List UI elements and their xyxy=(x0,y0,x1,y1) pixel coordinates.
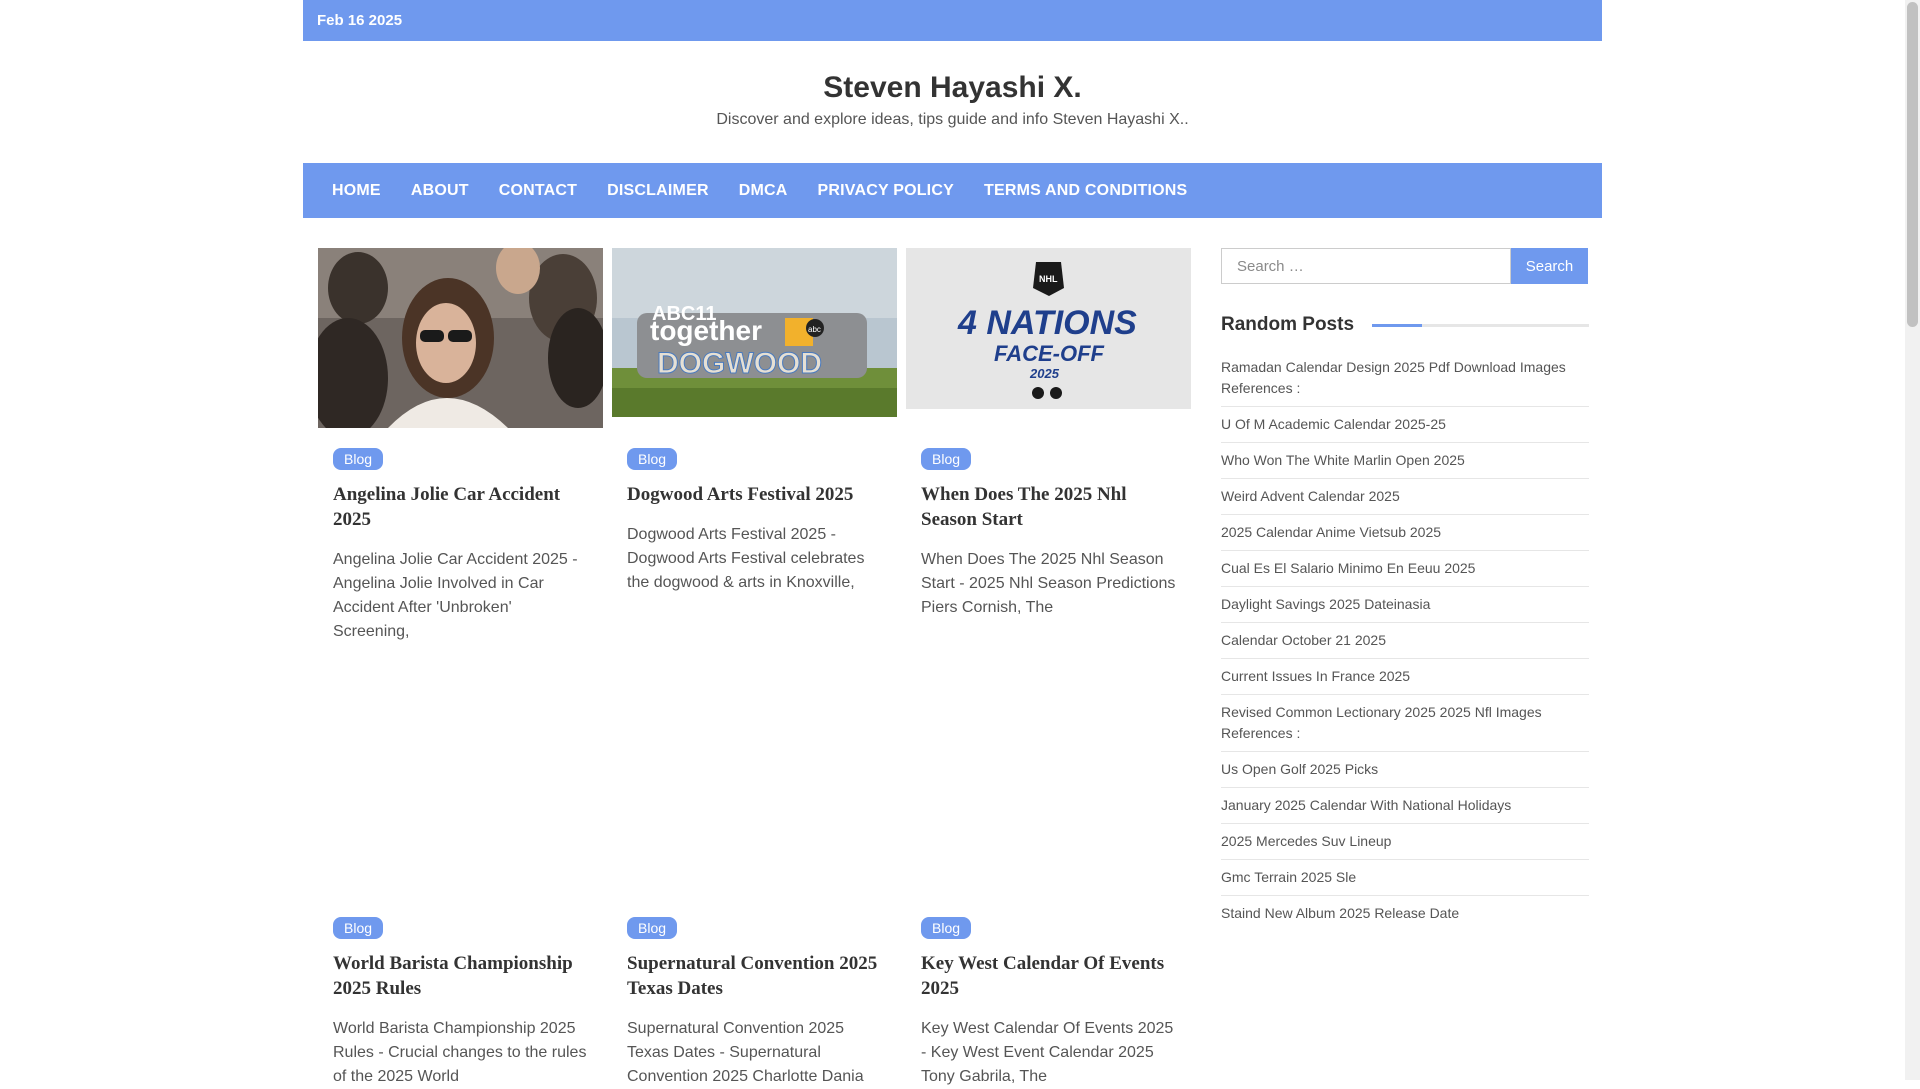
post-title[interactable]: When Does The 2025 Nhl Season Start xyxy=(921,482,1179,532)
category-badge[interactable]: Blog xyxy=(333,917,384,939)
random-post-link[interactable]: U Of M Academic Calendar 2025-25 xyxy=(1221,416,1446,432)
page: Feb 16 2025 Steven Hayashi X. Discover a… xyxy=(303,0,1602,1085)
post-title[interactable]: Supernatural Convention 2025 Texas Dates xyxy=(627,951,885,1001)
list-item: January 2025 Calendar With National Holi… xyxy=(1221,788,1589,824)
category-badge[interactable]: Blog xyxy=(627,917,678,939)
post-title[interactable]: Dogwood Arts Festival 2025 xyxy=(627,482,885,507)
image-text-dogwood: DOGWOOD xyxy=(657,347,822,380)
title-underline xyxy=(1372,323,1589,327)
list-item: 2025 Calendar Anime Vietsub 2025 xyxy=(1221,515,1589,551)
post-title[interactable]: Key West Calendar Of Events 2025 xyxy=(921,951,1179,1001)
list-item: Daylight Savings 2025 Dateinasia xyxy=(1221,587,1589,623)
random-post-link[interactable]: January 2025 Calendar With National Holi… xyxy=(1221,797,1511,813)
list-item: Weird Advent Calendar 2025 xyxy=(1221,479,1589,515)
post-card: Blog World Barista Championship 2025 Rul… xyxy=(318,917,603,1089)
category-badge[interactable]: Blog xyxy=(333,448,384,470)
random-post-link[interactable]: Revised Common Lectionary 2025 2025 Nfl … xyxy=(1221,704,1542,741)
search-form: Search xyxy=(1221,248,1589,284)
nav-contact[interactable]: CONTACT xyxy=(484,182,592,200)
image-text-nhl: NHL xyxy=(1039,274,1058,284)
image-text-4-nations: 4 NATIONS xyxy=(957,304,1137,342)
list-item: Staind New Album 2025 Release Date xyxy=(1221,896,1589,931)
post-excerpt: Dogwood Arts Festival 2025 - Dogwood Art… xyxy=(627,526,865,591)
post-excerpt: Key West Calendar Of Events 2025 - Key W… xyxy=(921,1020,1174,1085)
random-post-link[interactable]: Us Open Golf 2025 Picks xyxy=(1221,761,1378,777)
list-item: Calendar October 21 2025 xyxy=(1221,623,1589,659)
random-post-link[interactable]: Weird Advent Calendar 2025 xyxy=(1221,488,1400,504)
post-thumbnail[interactable] xyxy=(318,248,603,428)
post-excerpt: Supernatural Convention 2025 Texas Dates… xyxy=(627,1020,864,1085)
nav-home[interactable]: HOME xyxy=(317,182,396,200)
post-excerpt: When Does The 2025 Nhl Season Start - 20… xyxy=(921,551,1176,616)
random-post-link[interactable]: Calendar October 21 2025 xyxy=(1221,632,1386,648)
category-badge[interactable]: Blog xyxy=(627,448,678,470)
post-excerpt: Angelina Jolie Car Accident 2025 - Angel… xyxy=(333,551,578,640)
random-post-link[interactable]: Cual Es El Salario Minimo En Eeuu 2025 xyxy=(1221,560,1475,576)
random-posts-list: Ramadan Calendar Design 2025 Pdf Downloa… xyxy=(1221,350,1589,931)
post-image-woman-sunglasses xyxy=(318,248,603,428)
list-item: Us Open Golf 2025 Picks xyxy=(1221,752,1589,788)
random-post-link[interactable]: Staind New Album 2025 Release Date xyxy=(1221,905,1459,921)
list-item: Who Won The White Marlin Open 2025 xyxy=(1221,443,1589,479)
random-post-link[interactable]: Current Issues In France 2025 xyxy=(1221,668,1410,684)
image-text-together: together xyxy=(650,315,762,346)
list-item: Cual Es El Salario Minimo En Eeuu 2025 xyxy=(1221,551,1589,587)
list-item: Current Issues In France 2025 xyxy=(1221,659,1589,695)
post-card: Blog Key West Calendar Of Events 2025 Ke… xyxy=(906,917,1191,1089)
search-input[interactable] xyxy=(1221,248,1511,284)
list-item: Gmc Terrain 2025 Sle xyxy=(1221,860,1589,896)
list-item: U Of M Academic Calendar 2025-25 xyxy=(1221,407,1589,443)
list-item: Ramadan Calendar Design 2025 Pdf Downloa… xyxy=(1221,350,1589,407)
post-title[interactable]: World Barista Championship 2025 Rules xyxy=(333,951,591,1001)
post-title[interactable]: Angelina Jolie Car Accident 2025 xyxy=(333,482,591,532)
random-post-link[interactable]: Who Won The White Marlin Open 2025 xyxy=(1221,452,1465,468)
post-card: NHL 4 NATIONS FACE-OFF 2025 Blog When Do… xyxy=(906,248,1191,620)
random-posts-title: Random Posts xyxy=(1221,314,1355,335)
current-date: Feb 16 2025 xyxy=(317,12,403,29)
site-header: Steven Hayashi X. Discover and explore i… xyxy=(303,41,1602,163)
post-image-4-nations-logo: NHL 4 NATIONS FACE-OFF 2025 xyxy=(906,248,1191,409)
post-card: Blog Angelina Jolie Car Accident 2025 An… xyxy=(318,248,603,644)
nav-terms-and-conditions[interactable]: TERMS AND CONDITIONS xyxy=(969,182,1202,200)
nav-disclaimer[interactable]: DISCLAIMER xyxy=(592,182,724,200)
post-card: Blog Supernatural Convention 2025 Texas … xyxy=(612,917,897,1089)
random-post-link[interactable]: 2025 Mercedes Suv Lineup xyxy=(1221,833,1391,849)
list-item: 2025 Mercedes Suv Lineup xyxy=(1221,824,1589,860)
nav-dmca[interactable]: DMCA xyxy=(724,182,803,200)
random-post-link[interactable]: Daylight Savings 2025 Dateinasia xyxy=(1221,596,1430,612)
post-excerpt: World Barista Championship 2025 Rules - … xyxy=(333,1020,587,1085)
image-text-year: 2025 xyxy=(1029,366,1060,381)
category-badge[interactable]: Blog xyxy=(921,448,972,470)
random-post-link[interactable]: 2025 Calendar Anime Vietsub 2025 xyxy=(1221,524,1441,540)
random-posts-heading: Random Posts xyxy=(1221,314,1589,336)
site-title[interactable]: Steven Hayashi X. xyxy=(303,41,1602,105)
site-description: Discover and explore ideas, tips guide a… xyxy=(716,111,1189,128)
post-card: ABC11 together abc DOGWOOD Blog Dogwood … xyxy=(612,248,897,595)
random-post-link[interactable]: Gmc Terrain 2025 Sle xyxy=(1221,869,1356,885)
sidebar: Search Random Posts Ramadan Calendar Des… xyxy=(1221,248,1589,931)
image-text-face-off: FACE-OFF xyxy=(994,341,1105,366)
post-thumbnail[interactable]: NHL 4 NATIONS FACE-OFF 2025 xyxy=(906,248,1191,409)
image-text-abc-logo: abc xyxy=(808,325,821,334)
nav-privacy-policy[interactable]: PRIVACY POLICY xyxy=(803,182,969,200)
random-post-link[interactable]: Ramadan Calendar Design 2025 Pdf Downloa… xyxy=(1221,359,1566,396)
post-thumbnail[interactable]: ABC11 together abc DOGWOOD xyxy=(612,248,897,417)
search-button[interactable]: Search xyxy=(1511,248,1588,284)
post-image-dogwood-sign: ABC11 together abc DOGWOOD xyxy=(612,248,897,417)
top-bar: Feb 16 2025 xyxy=(303,0,1602,41)
scrollbar-thumb[interactable] xyxy=(1907,2,1918,327)
page-scrollbar[interactable] xyxy=(1905,0,1920,1080)
category-badge[interactable]: Blog xyxy=(921,917,972,939)
list-item: Revised Common Lectionary 2025 2025 Nfl … xyxy=(1221,695,1589,752)
main-navigation: HOME ABOUT CONTACT DISCLAIMER DMCA PRIVA… xyxy=(303,163,1602,218)
nav-about[interactable]: ABOUT xyxy=(396,182,484,200)
